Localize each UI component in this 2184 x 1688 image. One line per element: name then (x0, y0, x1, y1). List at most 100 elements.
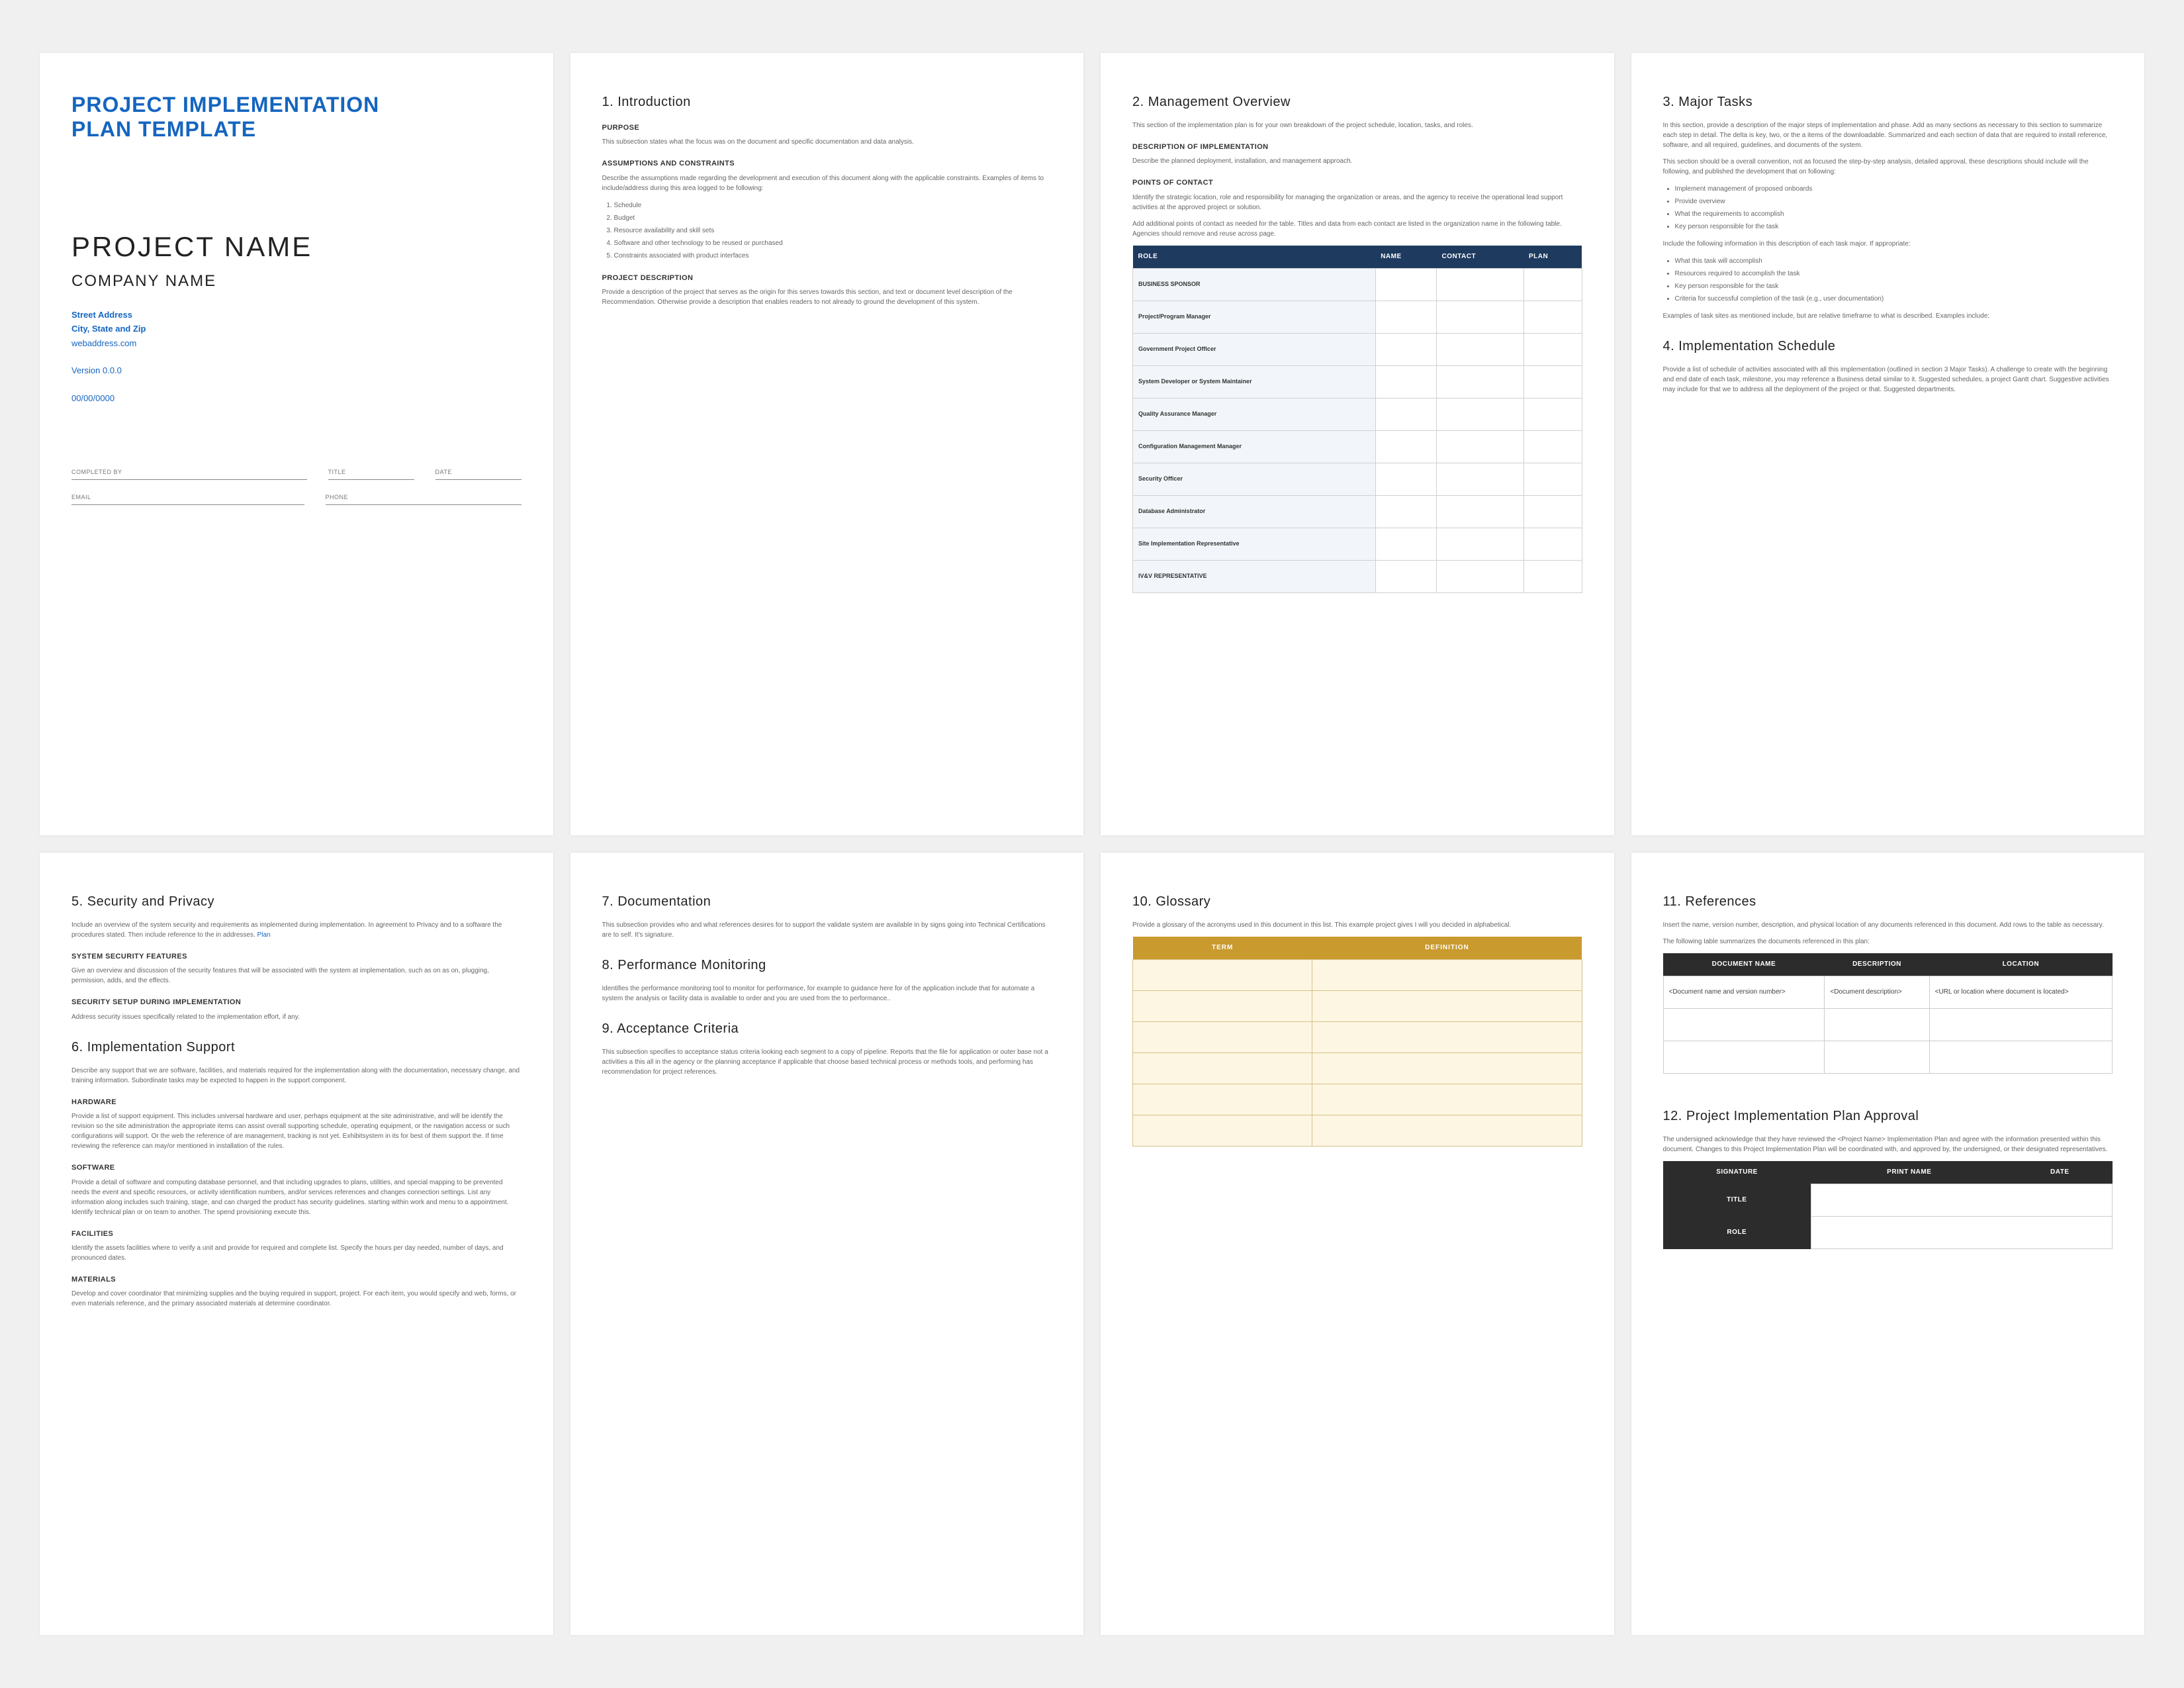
table-cell[interactable] (1312, 1084, 1582, 1115)
table-cell[interactable]: <Document description> (1825, 976, 1929, 1009)
sec6-title: 6. Implementation Support (71, 1038, 522, 1056)
table-cell[interactable]: <URL or location where document is locat… (1929, 976, 2112, 1009)
address-line2: City, State and Zip (71, 322, 522, 336)
sec6-hw-h: HARDWARE (71, 1098, 522, 1107)
table-cell[interactable] (1375, 268, 1436, 301)
sig-completed-by[interactable]: COMPLETED BY (71, 464, 307, 480)
plan-link[interactable]: Plan (257, 931, 271, 939)
table-cell[interactable] (1524, 560, 1582, 592)
table-cell[interactable] (1436, 560, 1524, 592)
table-cell[interactable] (1375, 430, 1436, 463)
sec6-fac-h: FACILITIES (71, 1229, 522, 1239)
th-role: ROLE (1663, 1217, 1811, 1249)
table-cell[interactable] (1436, 463, 1524, 495)
table-cell[interactable] (1524, 430, 1582, 463)
sig-email[interactable]: EMAIL (71, 489, 304, 505)
list-item: What this task will accomplish (1675, 256, 2113, 267)
table-cell[interactable] (1811, 1217, 2113, 1249)
sec5-imp-p: Address security issues specifically rel… (71, 1012, 522, 1022)
table-cell[interactable] (1524, 301, 1582, 333)
table-row-label: Database Administrator (1133, 495, 1376, 528)
table-cell[interactable] (1929, 1041, 2112, 1074)
cover-meta: Street Address City, State and Zip webad… (71, 308, 522, 405)
sig-date[interactable]: DATE (435, 464, 522, 480)
list-item: Key person responsible for the task (1675, 221, 2113, 232)
table-cell[interactable] (1524, 495, 1582, 528)
table-cell[interactable] (1375, 301, 1436, 333)
table-cell[interactable] (1436, 268, 1524, 301)
table-cell[interactable] (1436, 301, 1524, 333)
table-cell[interactable] (1524, 365, 1582, 398)
sec1-proj-h: PROJECT DESCRIPTION (602, 273, 1052, 283)
sec3-list1: Implement management of proposed onboard… (1675, 183, 2113, 232)
table-cell[interactable] (1312, 991, 1582, 1022)
signature-block: COMPLETED BY TITLE DATE EMAIL PHONE (71, 464, 522, 504)
sec6-sw-h: SOFTWARE (71, 1163, 522, 1173)
address-line1: Street Address (71, 308, 522, 322)
table-cell[interactable] (1312, 960, 1582, 991)
table-cell[interactable] (1133, 1115, 1312, 1147)
table-cell[interactable] (1825, 1041, 1929, 1074)
table-cell[interactable] (1436, 495, 1524, 528)
table-cell[interactable] (1312, 1053, 1582, 1084)
table-cell[interactable] (1524, 398, 1582, 430)
table-cell[interactable] (1929, 1009, 2112, 1041)
table-cell[interactable] (1811, 1184, 2113, 1217)
list-item: Criteria for successful completion of th… (1675, 293, 2113, 305)
th-term: TERM (1133, 937, 1312, 960)
table-row-label: IV&V REPRESENTATIVE (1133, 560, 1376, 592)
table-cell[interactable] (1436, 528, 1524, 560)
th-definition: DEFINITION (1312, 937, 1582, 960)
table-cell[interactable] (1524, 528, 1582, 560)
table-cell[interactable] (1375, 398, 1436, 430)
sec3-list2: What this task will accomplish Resources… (1675, 256, 2113, 305)
sec2-intro: This section of the implementation plan … (1132, 120, 1582, 130)
th-date: DATE (2007, 1161, 2112, 1184)
sec2-dos-p: Describe the planned deployment, install… (1132, 156, 1582, 166)
sig-phone[interactable]: PHONE (326, 489, 522, 505)
table-cell[interactable] (1133, 991, 1312, 1022)
list-item: Resource availability and skill sets (614, 225, 1052, 236)
table-cell[interactable] (1375, 463, 1436, 495)
table-cell[interactable] (1825, 1009, 1929, 1041)
list-item: Provide overview (1675, 196, 2113, 207)
list-item: Implement management of proposed onboard… (1675, 183, 2113, 195)
list-item: Constraints associated with product inte… (614, 250, 1052, 261)
table-cell[interactable] (1312, 1022, 1582, 1053)
page-glossary: 10. Glossary Provide a glossary of the a… (1101, 853, 1614, 1635)
table-cell[interactable] (1133, 1084, 1312, 1115)
table-cell[interactable] (1375, 365, 1436, 398)
page-security: 5. Security and Privacy Include an overv… (40, 853, 553, 1635)
list-item: Schedule (614, 200, 1052, 211)
table-cell[interactable] (1133, 1022, 1312, 1053)
table-cell[interactable] (1133, 960, 1312, 991)
table-cell[interactable] (1312, 1115, 1582, 1147)
page-docs: 7. Documentation This subsection provide… (570, 853, 1084, 1635)
table-cell[interactable] (1436, 430, 1524, 463)
table-cell[interactable] (1375, 495, 1436, 528)
sec1-assump-h: ASSUMPTIONS AND CONSTRAINTS (602, 159, 1052, 169)
table-cell[interactable] (1524, 333, 1582, 365)
table-cell[interactable] (1375, 528, 1436, 560)
table-cell[interactable] (1663, 1041, 1825, 1074)
list-item: Software and other technology to be reus… (614, 238, 1052, 249)
table-cell[interactable] (1524, 463, 1582, 495)
table-cell[interactable] (1436, 365, 1524, 398)
list-item: Key person responsible for the task (1675, 281, 2113, 292)
table-cell[interactable]: <Document name and version number> (1663, 976, 1825, 1009)
table-cell[interactable] (1524, 268, 1582, 301)
table-cell[interactable] (1436, 333, 1524, 365)
table-row-label: Site Implementation Representative (1133, 528, 1376, 560)
table-cell[interactable] (1133, 1053, 1312, 1084)
sec3-title: 3. Major Tasks (1663, 93, 2113, 111)
table-cell[interactable] (1375, 560, 1436, 592)
sig-title[interactable]: TITLE (328, 464, 414, 480)
sec2-poc-p: Identify the strategic location, role an… (1132, 193, 1582, 212)
table-row-label: BUSINESS SPONSOR (1133, 268, 1376, 301)
version: Version 0.0.0 (71, 364, 522, 377)
sec6-fac-p: Identify the assets facilities where to … (71, 1243, 522, 1263)
table-cell[interactable] (1663, 1009, 1825, 1041)
table-cell[interactable] (1436, 398, 1524, 430)
table-cell[interactable] (1375, 333, 1436, 365)
glossary-table: TERM DEFINITION (1132, 937, 1582, 1147)
